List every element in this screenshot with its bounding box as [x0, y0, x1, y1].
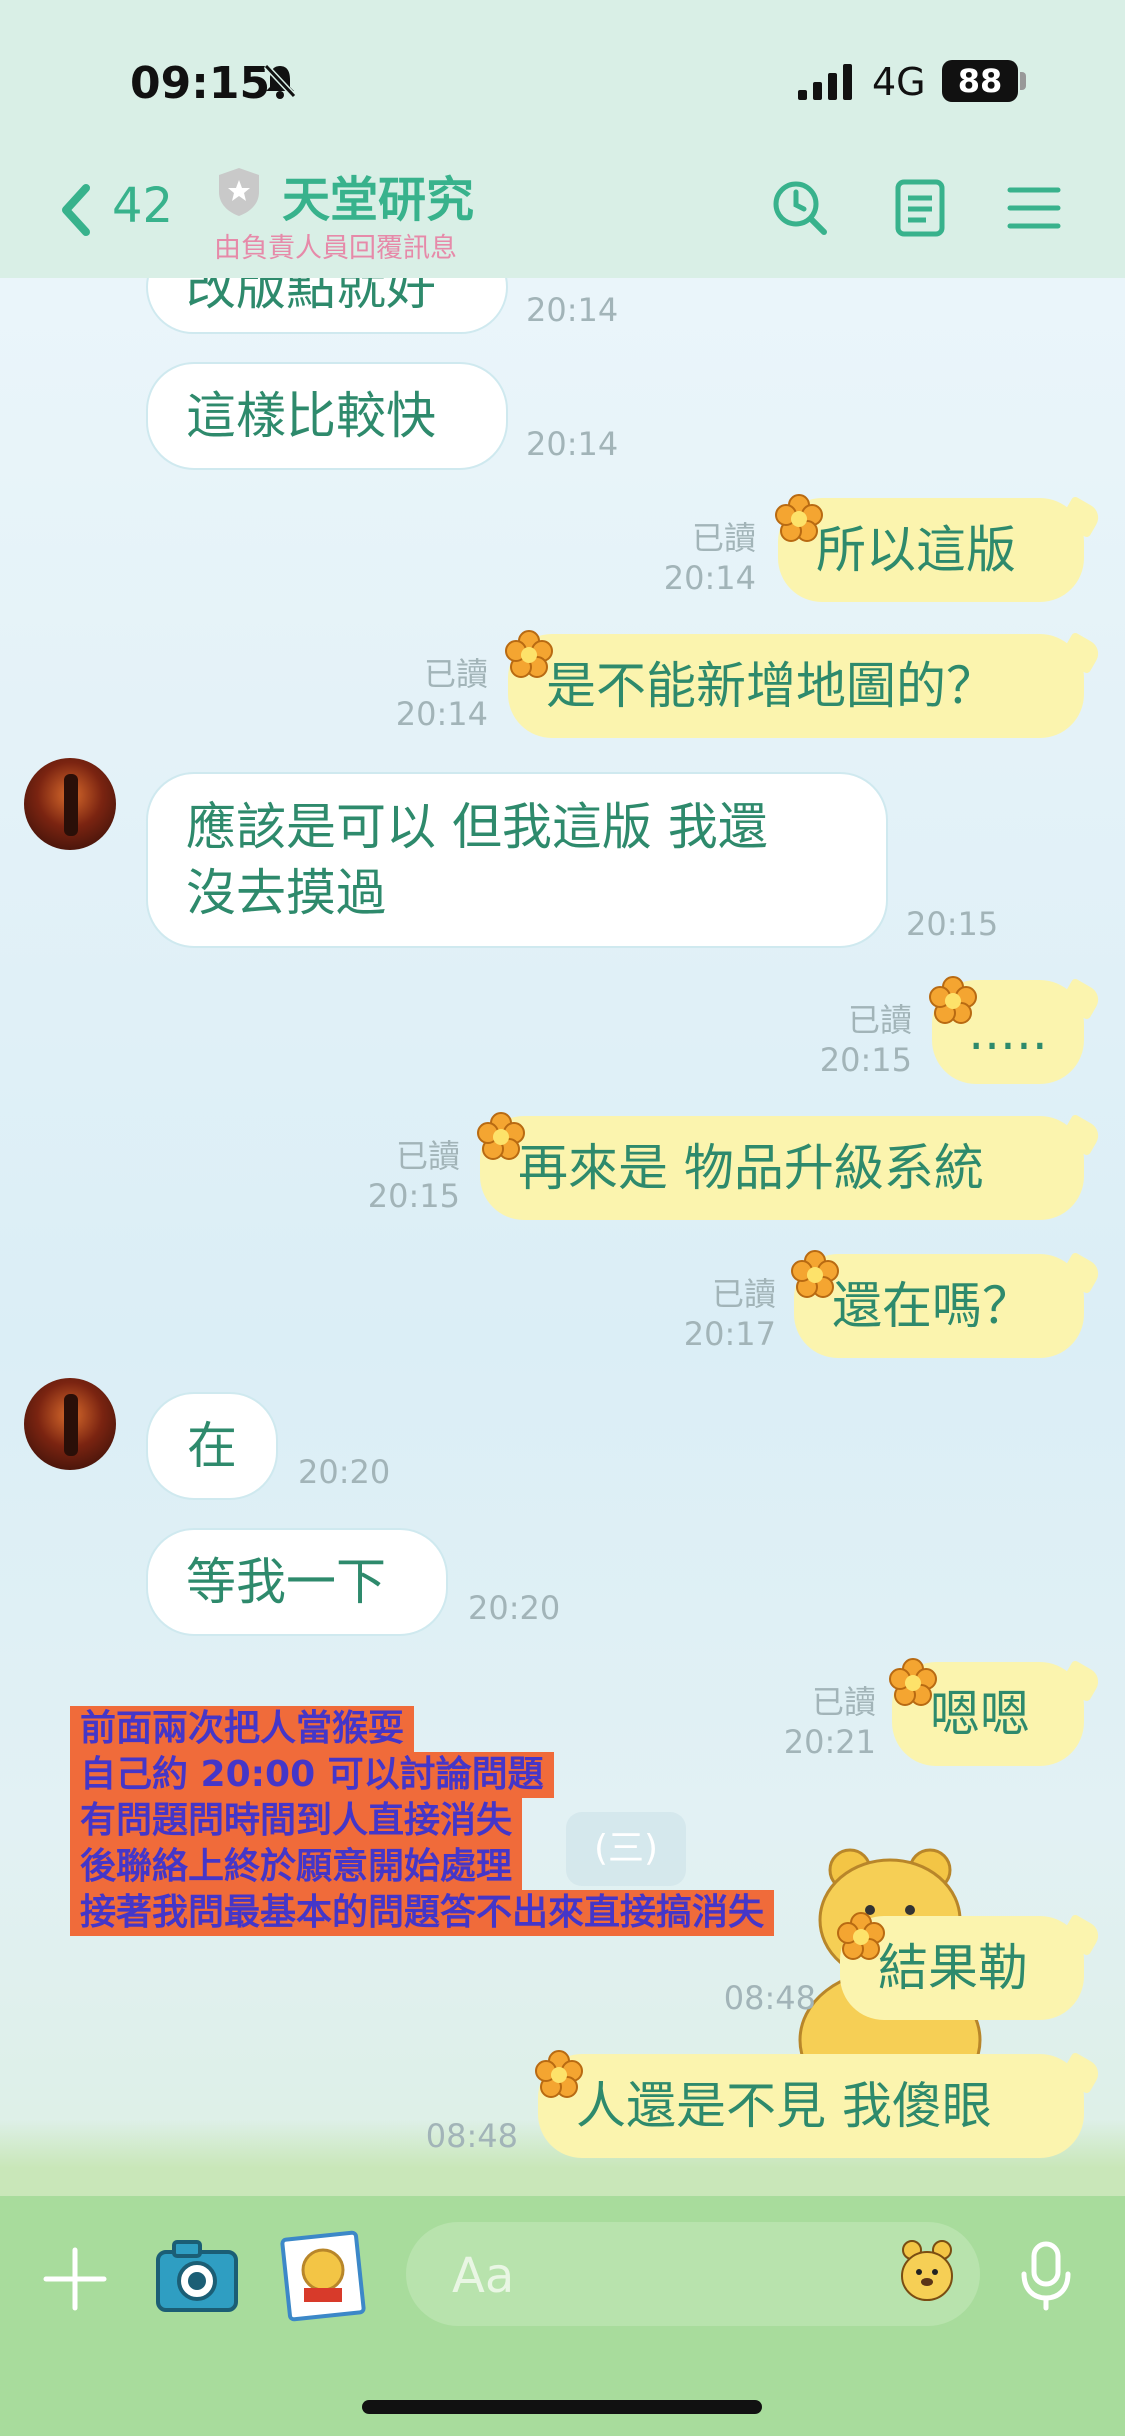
notes-icon[interactable]: [890, 178, 950, 238]
read-label: 已讀: [423, 655, 488, 693]
annotation-line: 有問題問時間到人直接消失: [70, 1798, 523, 1844]
flower-icon: [775, 494, 823, 542]
message-text: 嗯嗯: [930, 1685, 1030, 1743]
read-receipt: 已讀 20:21: [760, 1682, 876, 1762]
back-chevron-icon[interactable]: [58, 182, 92, 238]
flower-icon: [929, 976, 977, 1024]
message-text: 所以這版: [816, 521, 1016, 579]
photo-gallery-icon[interactable]: [278, 2230, 368, 2322]
message-text: 這樣比較快: [186, 387, 436, 445]
avatar[interactable]: [24, 1378, 116, 1470]
read-label: 已讀: [811, 1683, 876, 1721]
read-label: 已讀: [847, 1001, 912, 1039]
plus-icon[interactable]: [40, 2244, 110, 2314]
message-time: 20:20: [468, 1589, 561, 1627]
flower-icon: [535, 2050, 583, 2098]
message-time: 20:15: [819, 1041, 912, 1079]
message-text: 再來是 物品升級系統: [518, 1139, 984, 1197]
message-bubble-received[interactable]: 這樣比較快: [146, 362, 508, 470]
message-text: 還在嗎？: [832, 1277, 1032, 1335]
flower-icon: [837, 1912, 885, 1960]
annotation-line: 接著我問最基本的問題答不出來直接搞消失: [70, 1890, 775, 1936]
annotation-line: 後聯絡上終於願意開始處理: [70, 1844, 523, 1890]
message-text: .....: [968, 1003, 1048, 1061]
message-text-line: 沒去摸過: [186, 864, 386, 922]
read-receipt: 已讀 20:14: [640, 518, 756, 598]
cellular-signal-icon: [798, 64, 852, 100]
read-receipt: 已讀 20:15: [348, 1136, 460, 1216]
read-label: 已讀: [691, 519, 756, 557]
flower-icon: [889, 1658, 937, 1706]
avatar[interactable]: [24, 758, 116, 850]
message-time: 20:15: [367, 1177, 460, 1215]
annotation-line: 前面兩次把人當猴耍: [70, 1706, 415, 1752]
chat-title[interactable]: 天堂研究: [282, 160, 474, 230]
microphone-icon[interactable]: [1018, 2240, 1074, 2312]
message-text: 等我一下: [186, 1553, 386, 1611]
shield-icon: [219, 168, 259, 216]
message-bubble-sent[interactable]: 再來是 物品升級系統: [480, 1116, 1084, 1220]
flower-icon: [505, 630, 553, 678]
chat-subtitle: 由負責人員回覆訊息: [214, 233, 457, 264]
sticker-pooh-icon[interactable]: [898, 2240, 956, 2304]
message-bubble-received[interactable]: 在: [146, 1392, 278, 1500]
message-time: 20:17: [683, 1315, 776, 1353]
message-time: 20:15: [906, 905, 999, 943]
message-input-placeholder[interactable]: Aa: [452, 2248, 514, 2304]
message-text: 在: [187, 1417, 237, 1475]
message-bubble-sent[interactable]: 是不能新增地圖的？: [508, 634, 1084, 738]
message-bubble-received[interactable]: 應該是可以 但我這版 我還 沒去摸過: [146, 772, 888, 948]
search-history-icon[interactable]: [770, 178, 830, 238]
date-separator: (三): [566, 1812, 686, 1886]
message-bubble-sent[interactable]: 人還是不見 我傻眼: [538, 2054, 1084, 2158]
read-receipt: 已讀 20:17: [660, 1274, 776, 1354]
read-receipt: 已讀 20:14: [376, 654, 488, 734]
message-time: 20:14: [526, 291, 619, 329]
read-receipt: 已讀 20:15: [796, 1000, 912, 1080]
read-label: 已讀: [395, 1137, 460, 1175]
message-time: 20:14: [663, 559, 756, 597]
battery-tip: [1020, 72, 1026, 90]
menu-icon[interactable]: [1004, 178, 1064, 238]
home-indicator[interactable]: [362, 2400, 762, 2414]
unread-count[interactable]: 42: [112, 178, 173, 234]
message-text: 結果勒: [878, 1939, 1028, 1997]
message-time: 20:21: [783, 1723, 876, 1761]
message-time: 20:20: [298, 1453, 391, 1491]
status-time: 09:15: [130, 58, 271, 109]
flower-icon: [477, 1112, 525, 1160]
battery-indicator: 88: [942, 60, 1018, 102]
camera-icon[interactable]: [154, 2236, 240, 2316]
message-time: 08:48: [723, 1979, 816, 2017]
annotation-line: 自己約 20:00 可以討論問題: [70, 1752, 554, 1798]
bell-muted-icon: [263, 63, 297, 99]
read-label: 已讀: [711, 1275, 776, 1313]
message-time: 08:48: [425, 2117, 518, 2155]
message-text: 人還是不見 我傻眼: [576, 2077, 992, 2135]
flower-icon: [791, 1250, 839, 1298]
message-text-line: 應該是可以 但我這版 我還: [186, 798, 768, 856]
message-time: 20:14: [526, 425, 619, 463]
network-type: 4G: [872, 60, 926, 104]
message-time: 20:14: [395, 695, 488, 733]
message-bubble-received[interactable]: 等我一下: [146, 1528, 448, 1636]
message-text: 是不能新增地圖的？: [546, 657, 996, 715]
